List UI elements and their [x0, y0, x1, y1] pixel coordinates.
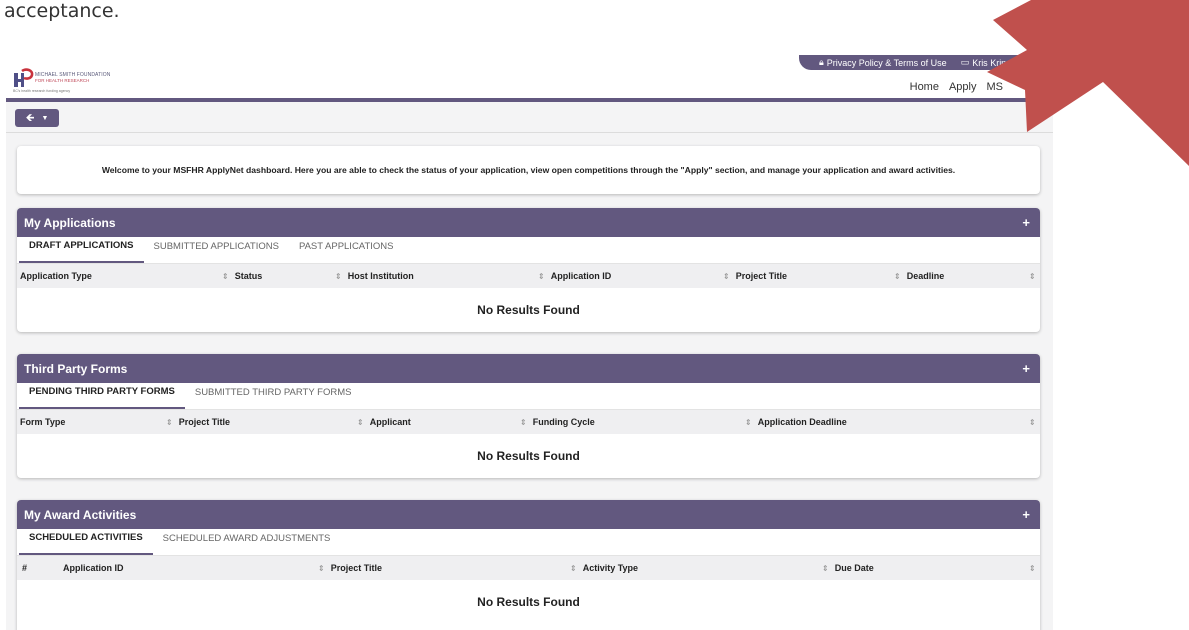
column-project-title[interactable]: ⇕ Project Title: [318, 556, 382, 580]
column-applicant[interactable]: ⇕ Applicant: [357, 410, 411, 434]
tab-scheduled-award-adjustments[interactable]: SCHEDULED AWARD ADJUSTMENTS: [153, 528, 341, 555]
panel-tabs: DRAFT APPLICATIONS SUBMITTED APPLICATION…: [17, 237, 1040, 264]
column-label: Form Type: [20, 417, 66, 427]
sort-icon: ⇕: [723, 271, 730, 281]
arrow-left-icon: 🡸: [25, 111, 35, 124]
column-label: Application ID: [550, 271, 612, 281]
back-button[interactable]: 🡸 ▼: [15, 109, 59, 127]
tab-pending-third-party-forms[interactable]: PENDING THIRD PARTY FORMS: [19, 382, 185, 409]
sort-icon: ⇕: [222, 271, 229, 281]
sort-icon: ⇕: [318, 563, 325, 573]
panel-header: My Applications +: [17, 208, 1040, 237]
column-label: Application ID: [63, 563, 124, 573]
toolbar: 🡸 ▼: [6, 106, 1053, 133]
sort-icon: ⇕: [538, 271, 545, 281]
table-header: # Application ID ⇕ Project Title ⇕ Activit…: [17, 556, 1040, 580]
column-application-type[interactable]: Application Type: [20, 264, 92, 288]
sort-icon: ⇕: [520, 417, 527, 427]
column-end-sort[interactable]: ⇕: [1029, 410, 1036, 434]
applynet-app: MICHAEL SMITH FOUNDATION FOR HEALTH RESE…: [6, 55, 1053, 630]
logo-line-2: FOR HEALTH RESEARCH: [35, 78, 90, 83]
nav-home[interactable]: Home: [910, 81, 939, 93]
my-award-activities-panel: My Award Activities + SCHEDULED ACTIVITI…: [17, 500, 1040, 630]
column-number[interactable]: #: [22, 556, 27, 580]
column-label: Status: [234, 271, 263, 281]
column-due-date[interactable]: ⇕ Due Date: [822, 556, 874, 580]
sort-icon: ⇕: [894, 271, 901, 281]
caret-down-icon[interactable]: ▼: [42, 115, 49, 122]
sort-icon: ⇕: [822, 563, 829, 573]
privacy-label: Privacy Policy & Terms of Use: [826, 57, 947, 68]
tab-scheduled-activities[interactable]: SCHEDULED ACTIVITIES: [19, 528, 153, 555]
column-application-id[interactable]: Application ID: [63, 556, 124, 580]
column-project-title[interactable]: ⇕ Project Title: [166, 410, 230, 434]
column-deadline[interactable]: ⇕ Deadline: [894, 264, 944, 288]
sort-icon: ⇕: [357, 417, 364, 427]
sort-icon: ⇕: [570, 563, 577, 573]
sort-icon: ⇕: [745, 417, 752, 427]
column-label: Project Title: [330, 563, 383, 573]
column-label: Project Title: [735, 271, 788, 281]
column-status[interactable]: ⇕ Status: [222, 264, 262, 288]
site-header: MICHAEL SMITH FOUNDATION FOR HEALTH RESE…: [6, 55, 1053, 102]
msfhr-logo[interactable]: MICHAEL SMITH FOUNDATION FOR HEALTH RESE…: [10, 59, 110, 95]
table-header: Form Type ⇕ Project Title ⇕ Applicant ⇕ Fun…: [17, 410, 1040, 434]
expand-plus-icon[interactable]: +: [1022, 507, 1030, 522]
lock-icon: 🔒︎: [819, 57, 824, 67]
expand-plus-icon[interactable]: +: [1022, 215, 1030, 230]
no-results-message: No Results Found: [477, 303, 580, 317]
nav-apply[interactable]: Apply: [949, 81, 977, 93]
logo-mark-icon: [14, 68, 34, 87]
red-arrow-annotation: [987, 0, 1189, 166]
sort-icon: ⇕: [1029, 417, 1036, 427]
sort-icon: ⇕: [166, 417, 173, 427]
panel-title: My Award Activities: [24, 507, 137, 522]
sort-icon: ⇕: [335, 271, 342, 281]
column-label: Activity Type: [582, 563, 639, 573]
column-funding-cycle[interactable]: ⇕ Funding Cycle: [520, 410, 595, 434]
column-label: Host Institution: [347, 271, 414, 281]
column-end-sort[interactable]: ⇕: [1029, 264, 1036, 288]
no-results-message: No Results Found: [477, 595, 580, 609]
column-label: Applicant: [369, 417, 411, 427]
expand-plus-icon[interactable]: +: [1022, 361, 1030, 376]
column-label: Funding Cycle: [532, 417, 595, 427]
tab-past-applications[interactable]: PAST APPLICATIONS: [289, 236, 404, 263]
panel-title: Third Party Forms: [24, 361, 128, 376]
panel-tabs: PENDING THIRD PARTY FORMS SUBMITTED THIR…: [17, 383, 1040, 410]
column-application-deadline[interactable]: ⇕ Application Deadline: [745, 410, 847, 434]
column-end-sort[interactable]: ⇕: [1029, 556, 1036, 580]
panel-title: My Applications: [24, 215, 116, 230]
column-label: Deadline: [906, 271, 945, 281]
my-applications-panel: My Applications + DRAFT APPLICATIONS SUB…: [17, 208, 1040, 332]
column-form-type[interactable]: Form Type: [20, 410, 65, 434]
privacy-link[interactable]: 🔒︎ Privacy Policy & Terms of Use: [819, 57, 947, 68]
monitor-icon: ▭: [960, 57, 970, 67]
column-label: Project Title: [178, 417, 231, 427]
panel-header: My Award Activities +: [17, 500, 1040, 529]
column-label: Application Deadline: [757, 417, 847, 427]
logo-tagline: BC's health research funding agency: [13, 89, 71, 93]
column-application-id[interactable]: ⇕ Application ID: [538, 264, 611, 288]
table-header: Application Type ⇕ Status ⇕ Host Instituti…: [17, 264, 1040, 288]
panel-tabs: SCHEDULED ACTIVITIES SCHEDULED AWARD ADJ…: [17, 529, 1040, 556]
no-results-message: No Results Found: [477, 449, 580, 463]
column-label: #: [22, 563, 28, 573]
column-activity-type[interactable]: ⇕ Activity Type: [570, 556, 638, 580]
document-text: acceptance.: [4, 0, 120, 22]
sort-icon: ⇕: [1029, 271, 1036, 281]
tab-submitted-third-party-forms[interactable]: SUBMITTED THIRD PARTY FORMS: [185, 382, 362, 409]
third-party-forms-panel: Third Party Forms + PENDING THIRD PARTY …: [17, 354, 1040, 478]
column-project-title[interactable]: ⇕ Project Title: [723, 264, 787, 288]
sort-icon: ⇕: [1029, 563, 1036, 573]
welcome-message: Welcome to your MSFHR ApplyNet dashboard…: [17, 146, 1040, 194]
column-host-institution[interactable]: ⇕ Host Institution: [335, 264, 414, 288]
column-label: Due Date: [834, 563, 874, 573]
tab-submitted-applications[interactable]: SUBMITTED APPLICATIONS: [144, 236, 289, 263]
column-label: Application Type: [20, 271, 92, 281]
panel-header: Third Party Forms +: [17, 354, 1040, 383]
tab-draft-applications[interactable]: DRAFT APPLICATIONS: [19, 236, 144, 263]
